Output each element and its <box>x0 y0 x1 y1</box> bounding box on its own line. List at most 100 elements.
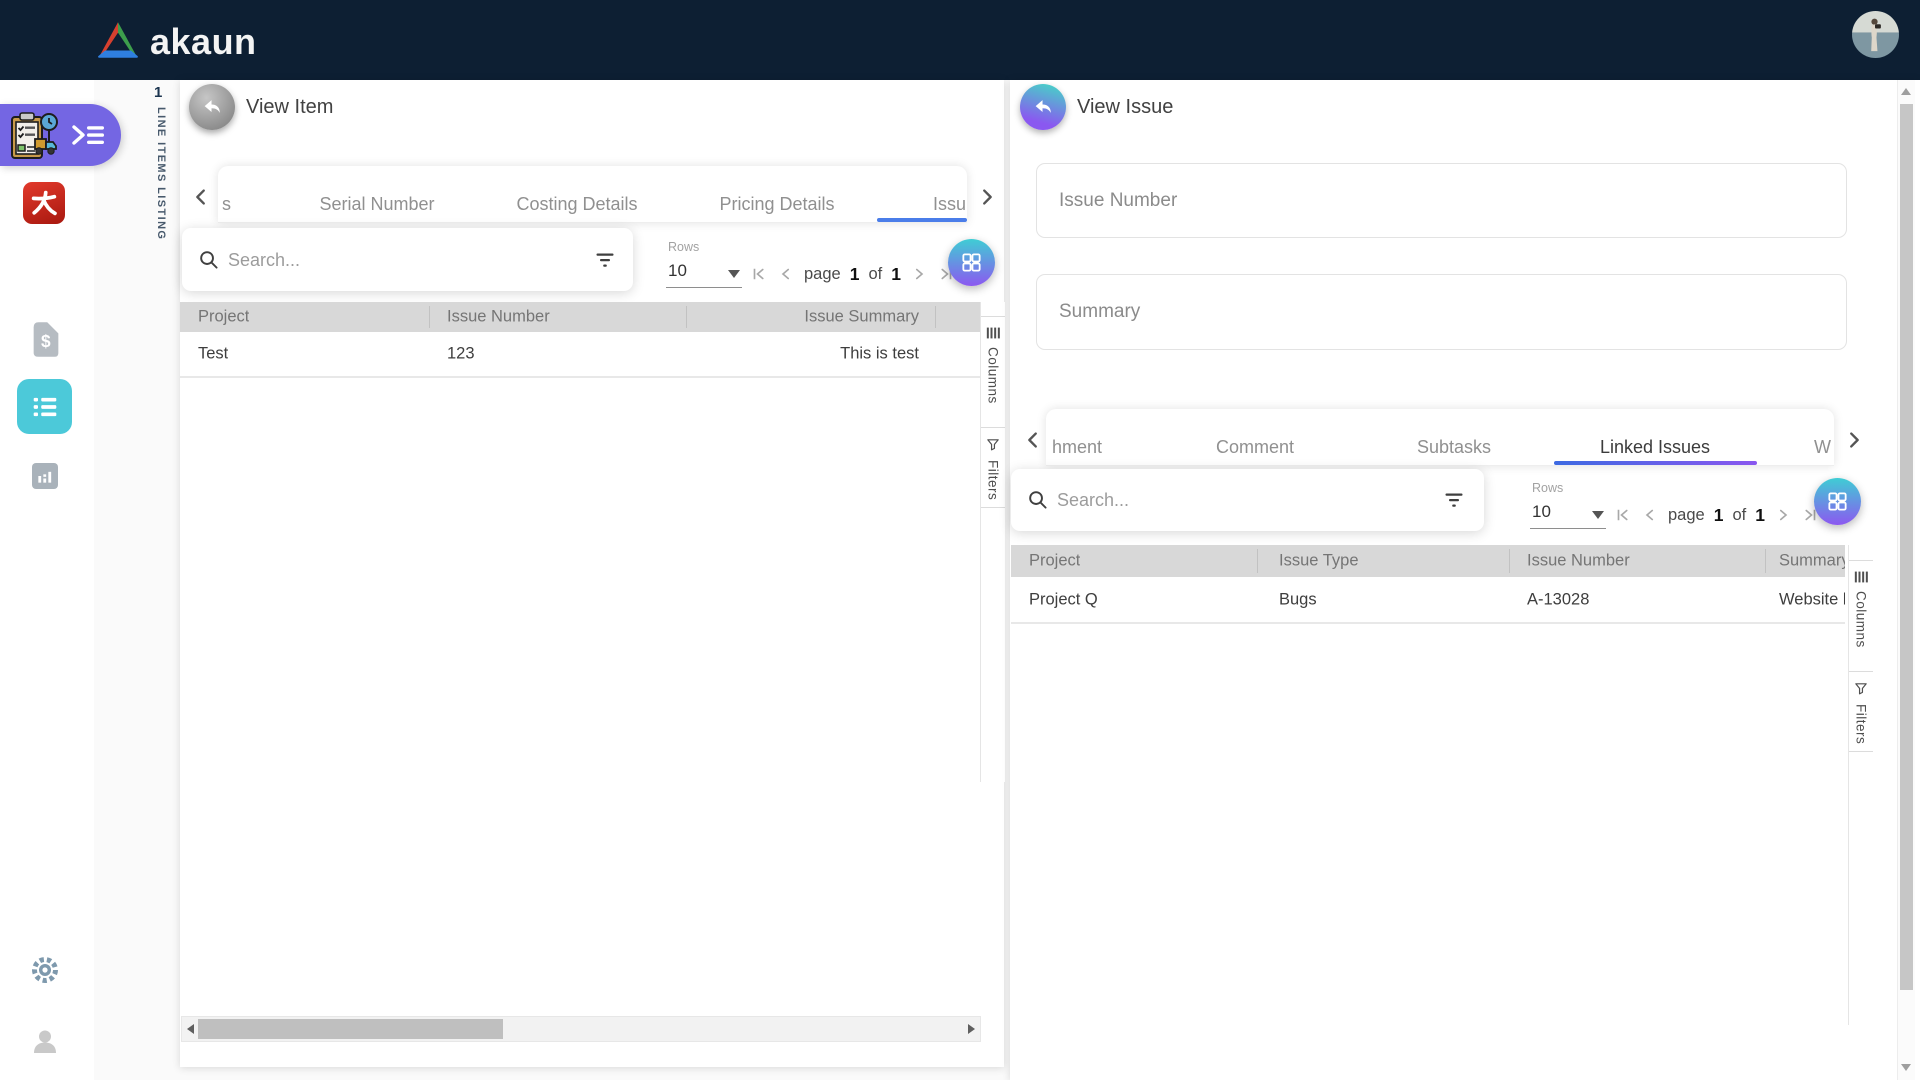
filters-tab[interactable]: Filters <box>981 428 1005 508</box>
tab-pricing-details[interactable]: Pricing Details <box>719 194 834 215</box>
billing-doc-icon: $ <box>33 321 59 357</box>
issue-number-placeholder: Issue Number <box>1059 189 1178 211</box>
cell-project: Test <box>198 344 229 363</box>
linked-issues-search-card <box>1011 469 1484 531</box>
prev-page-icon[interactable] <box>777 265 795 283</box>
filter-funnel-icon <box>1855 683 1867 695</box>
current-page: 1 <box>1713 504 1724 525</box>
prev-page-icon[interactable] <box>1641 506 1659 524</box>
bar-chart-icon <box>38 471 52 483</box>
filters-label: Filters <box>985 460 1001 501</box>
tab-serial-number[interactable]: Serial Number <box>319 194 434 215</box>
tabs-scroll-right-icon[interactable] <box>1843 429 1865 451</box>
gear-icon <box>32 957 58 983</box>
list-icon <box>33 397 56 416</box>
tabs-scroll-left-icon[interactable] <box>190 186 212 208</box>
item-search-card <box>182 228 633 291</box>
total-pages: 1 <box>1755 504 1765 525</box>
line-items-count: 1 <box>154 84 163 101</box>
column-divider <box>1765 549 1766 573</box>
sidebar-item-billing-doc[interactable]: $ <box>30 320 62 358</box>
tabs-scroll-left-icon[interactable] <box>1022 429 1044 451</box>
col-issue-summary: Issue Summary <box>804 307 919 326</box>
scroll-up-arrow-icon[interactable] <box>1901 88 1911 95</box>
sidebar-item-vendor-app[interactable] <box>23 182 65 224</box>
tab-issues-partial[interactable]: Issu <box>933 194 966 215</box>
layout-grid-button[interactable] <box>948 239 995 286</box>
line-items-listing-tab[interactable]: 1 LINE ITEMS LISTING <box>148 84 176 240</box>
back-arrow-icon <box>1035 100 1051 114</box>
tab-partial-prev[interactable]: s <box>222 194 231 215</box>
summary-field[interactable]: Summary <box>1036 274 1847 350</box>
search-icon <box>1029 491 1047 509</box>
table-row[interactable]: Test 123 This is test <box>180 332 980 378</box>
col-project: Project <box>198 307 250 326</box>
view-item-title: View Item <box>246 96 334 118</box>
scroll-down-arrow-icon[interactable] <box>1901 1064 1911 1071</box>
col-issue-number: Issue Number <box>1527 551 1630 570</box>
tab-costing-details[interactable]: Costing Details <box>516 194 637 215</box>
item-issues-table-header: Project Issue Number Issue Summary <box>180 302 980 332</box>
rows-label: Rows <box>668 240 700 254</box>
scroll-left-arrow-icon[interactable] <box>187 1024 194 1034</box>
horizontal-scroll-thumb[interactable] <box>198 1019 503 1039</box>
tab-subtasks[interactable]: Subtasks <box>1417 437 1491 458</box>
table-horizontal-scrollbar[interactable] <box>181 1016 981 1042</box>
rows-dropdown-caret-icon[interactable] <box>1592 511 1604 519</box>
view-item-back-button[interactable] <box>189 84 235 130</box>
columns-label: Columns <box>1853 591 1869 648</box>
first-page-icon[interactable] <box>1614 506 1632 524</box>
first-page-icon[interactable] <box>750 265 768 283</box>
tab-worklog-partial[interactable]: W <box>1814 437 1831 458</box>
pagination: page 1 of 1 <box>1614 502 1819 528</box>
user-avatar[interactable] <box>1852 11 1899 58</box>
sidebar-item-listing[interactable] <box>17 379 72 434</box>
layout-grid-button[interactable] <box>1814 478 1861 525</box>
rows-dropdown-caret-icon[interactable] <box>728 270 740 278</box>
brand-logo-icon <box>98 22 138 58</box>
page-vertical-scrollbar[interactable] <box>1897 80 1915 1080</box>
columns-icon <box>1854 571 1868 583</box>
cell-issue-type: Bugs <box>1279 590 1317 608</box>
filters-tab[interactable]: Filters <box>1849 672 1873 752</box>
brand-name: akaun <box>150 21 257 62</box>
svg-text:$: $ <box>41 330 51 350</box>
active-tab-underline <box>877 218 967 222</box>
tab-linked-issues[interactable]: Linked Issues <box>1600 437 1710 458</box>
column-divider <box>1509 549 1510 573</box>
filter-list-icon[interactable] <box>594 249 616 271</box>
table-row[interactable]: Project Q Bugs A-13028 Website bu <box>1011 577 1845 624</box>
sidebar-item-analytics[interactable] <box>32 463 58 489</box>
of-word: of <box>868 264 883 283</box>
columns-tab[interactable]: Columns <box>1849 560 1873 672</box>
view-issue-back-button[interactable] <box>1020 84 1066 130</box>
account-button[interactable] <box>28 1024 62 1058</box>
view-issue-title: View Issue <box>1077 96 1174 118</box>
issue-number-field[interactable]: Issue Number <box>1036 163 1847 238</box>
tab-attachment-partial[interactable]: hment <box>1052 437 1102 458</box>
col-issue-number: Issue Number <box>447 307 550 326</box>
tabs-scroll-right-icon[interactable] <box>976 186 998 208</box>
active-tab-underline <box>1554 461 1757 465</box>
col-project: Project <box>1029 551 1081 570</box>
columns-icon <box>986 327 1000 339</box>
person-icon <box>34 1030 56 1053</box>
columns-label: Columns <box>985 347 1001 404</box>
tab-comment[interactable]: Comment <box>1216 437 1294 458</box>
collapse-menu-icon <box>72 125 104 145</box>
sidebar: $ <box>0 80 121 1080</box>
cell-issue-number: A-13028 <box>1527 590 1590 608</box>
search-input[interactable] <box>226 245 560 275</box>
grid-icon <box>1828 492 1847 511</box>
cell-summary: Website bu <box>1779 590 1845 608</box>
sidebar-item-line-items[interactable] <box>0 104 121 166</box>
filter-list-icon[interactable] <box>1443 489 1465 511</box>
settings-button[interactable] <box>28 953 62 987</box>
scroll-right-arrow-icon[interactable] <box>968 1024 975 1034</box>
vertical-scroll-thumb[interactable] <box>1900 104 1913 990</box>
rows-label: Rows <box>1532 481 1564 495</box>
columns-tab[interactable]: Columns <box>981 316 1005 428</box>
next-page-icon[interactable] <box>1774 506 1792 524</box>
next-page-icon[interactable] <box>910 265 928 283</box>
search-input[interactable] <box>1055 485 1399 515</box>
